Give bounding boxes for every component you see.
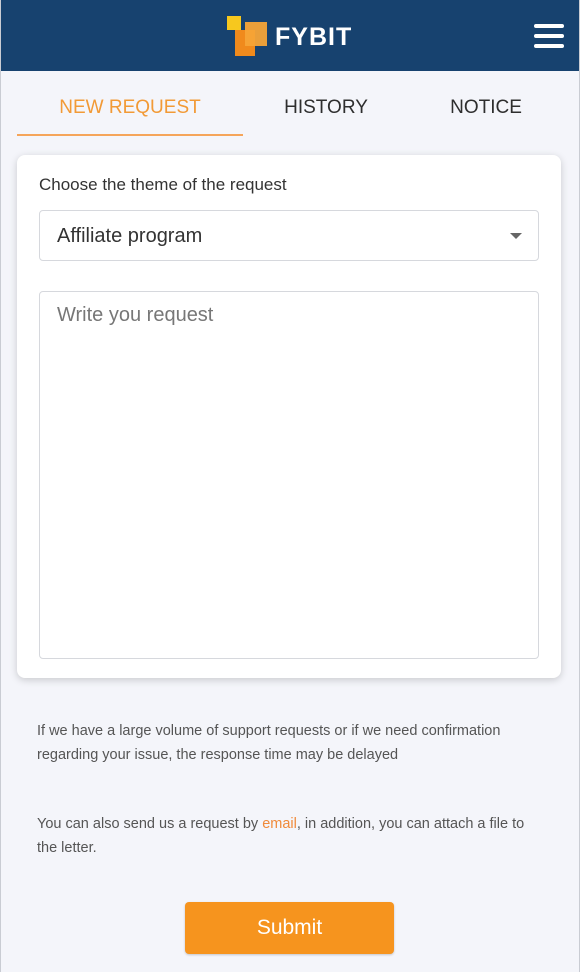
tab-notice[interactable]: NOTICE (411, 97, 561, 119)
theme-select-value: Affiliate program (57, 225, 203, 247)
delay-notice: If we have a large volume of support req… (37, 723, 501, 763)
logo-icon (227, 16, 269, 58)
tab-new-request[interactable]: NEW REQUEST (17, 97, 243, 119)
request-textarea[interactable] (39, 291, 539, 659)
request-form-card: Choose the theme of the request Affiliat… (17, 155, 561, 678)
email-link[interactable]: email (262, 816, 297, 832)
submit-button[interactable]: Submit (185, 902, 394, 954)
tab-history[interactable]: HISTORY (241, 97, 411, 119)
app-header: FYBIT (1, 0, 579, 71)
hamburger-icon[interactable] (534, 24, 564, 48)
theme-select[interactable]: Affiliate program (39, 210, 539, 261)
theme-label: Choose the theme of the request (39, 175, 287, 194)
email-notice: You can also send us a request by email,… (37, 813, 547, 860)
request-tabs: NEW REQUEST HISTORY NOTICE (1, 71, 579, 139)
brand-name: FYBIT (275, 22, 353, 51)
chevron-down-icon (510, 233, 522, 239)
email-notice-prefix: You can also send us a request by (37, 816, 263, 832)
brand-logo[interactable]: FYBIT (227, 16, 352, 58)
active-tab-indicator (17, 134, 243, 136)
